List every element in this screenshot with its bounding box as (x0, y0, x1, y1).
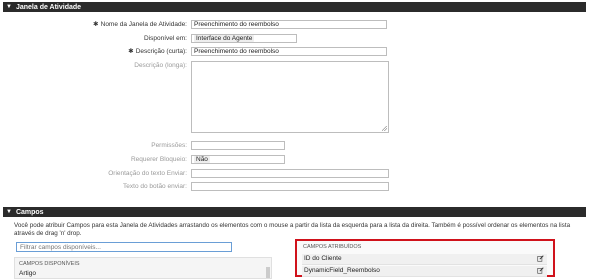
activity-window-header[interactable]: ▼ Janela de Atividade (3, 2, 586, 12)
assigned-fields-list: CAMPOS ATRIBUÍDOS ID do Cliente DynamicF… (295, 239, 555, 277)
collapse-triangle-icon[interactable]: ▼ (6, 4, 12, 10)
available-fields-list: CAMPOS DISPONÍVEIS Artigo (14, 257, 272, 279)
filter-fields-input[interactable] (16, 242, 232, 252)
edit-icon[interactable] (537, 267, 544, 274)
available-in-label: Disponível em: (144, 35, 187, 42)
list-item[interactable]: Artigo (19, 270, 36, 277)
list-item-label: DynamicField_Reembolso (304, 267, 380, 274)
name-input[interactable]: Preenchimento do reembolso (191, 20, 387, 29)
section-title: Campos (15, 208, 44, 216)
require-lock-select[interactable]: Não (191, 155, 285, 164)
resize-grip-icon[interactable] (382, 126, 387, 131)
require-lock-label: Requerer Bloqueio: (130, 156, 187, 163)
submit-advice-label: Orientação do texto Enviar: (108, 170, 187, 177)
permissions-label: Permissões: (151, 142, 187, 149)
name-label: ✱ Nome da Janela de Atividade: (93, 21, 187, 28)
collapse-triangle-icon[interactable]: ▼ (6, 209, 12, 215)
required-star: ✱ (93, 21, 99, 28)
submit-button-text-input[interactable] (191, 182, 389, 191)
permissions-select[interactable] (191, 141, 285, 150)
list-item[interactable]: DynamicField_Reembolso (302, 266, 547, 277)
assigned-fields-title: CAMPOS ATRIBUÍDOS (303, 244, 362, 250)
description-long-textarea[interactable] (191, 61, 389, 133)
required-star: ✱ (128, 48, 134, 55)
fields-description: Você pode atribuir Campos para esta Jane… (14, 222, 571, 237)
scrollbar[interactable] (266, 267, 270, 278)
list-item-label: ID do Cliente (304, 255, 342, 262)
description-long-label: Descrição (longa): (134, 62, 187, 69)
description-short-label: ✱ Descrição (curta): (128, 48, 187, 55)
available-fields-title: CAMPOS DISPONÍVEIS (19, 261, 80, 267)
submit-advice-input[interactable] (191, 169, 389, 178)
list-item[interactable]: ID do Cliente (302, 254, 547, 265)
submit-button-text-label: Texto do botão enviar: (123, 183, 187, 190)
available-in-select[interactable]: Interface do Agente (191, 34, 297, 43)
section-title: Janela de Atividade (15, 3, 82, 11)
fields-header[interactable]: ▼ Campos (3, 207, 586, 217)
description-short-input[interactable]: Preenchimento do reembolso (191, 47, 387, 56)
edit-icon[interactable] (537, 255, 544, 262)
